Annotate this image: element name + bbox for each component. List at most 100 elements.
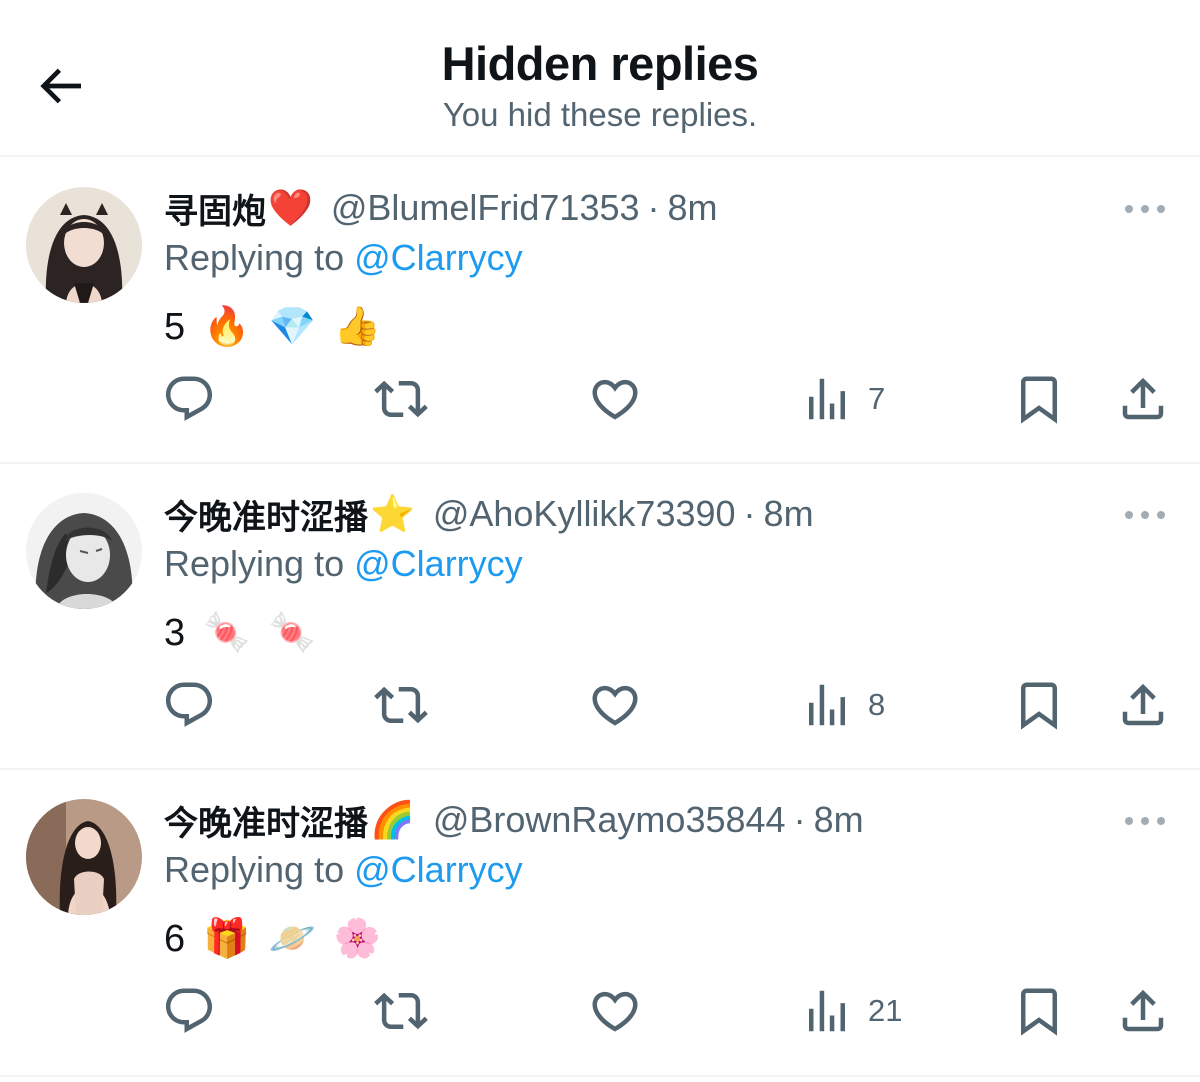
- name-emoji: ⭐: [370, 493, 415, 534]
- retweet-icon: [374, 992, 428, 1030]
- retweet-button[interactable]: [374, 675, 428, 735]
- display-name[interactable]: 寻固炮: [164, 184, 266, 233]
- reply-button[interactable]: [162, 369, 216, 429]
- user-handle[interactable]: @BlumelFrid71353: [331, 187, 640, 229]
- views-chart-icon: [809, 990, 845, 1032]
- reply-body-number: 6: [164, 917, 186, 960]
- bookmark-button[interactable]: [1012, 981, 1066, 1041]
- more-button[interactable]: [1120, 505, 1170, 525]
- replying-to-line: Replying to @Clarrycy: [164, 543, 523, 585]
- reply-user-line: 今晚准时涩播 ⭐ @AhoKyllikk73390 · 8m: [164, 489, 814, 539]
- views-button[interactable]: 7: [800, 369, 885, 429]
- replying-to-mention[interactable]: @Clarrycy: [354, 849, 523, 890]
- name-emoji: 🌈: [370, 799, 415, 840]
- separator-dot: ·: [743, 493, 756, 534]
- retweet-icon: [374, 686, 428, 724]
- reply-body-number: 5: [164, 305, 186, 348]
- views-button[interactable]: 8: [800, 675, 885, 735]
- reply-body-emoji: 🪐: [268, 918, 316, 960]
- reply-body-emoji: 👍: [333, 306, 382, 348]
- replying-to-mention[interactable]: @Clarrycy: [354, 237, 523, 278]
- heart-icon: [592, 991, 638, 1032]
- reply-item[interactable]: 今晚准时涩播 ⭐ @AhoKyllikk73390 · 8m Replying …: [0, 463, 1200, 770]
- reply-body-emoji: 💎: [268, 306, 316, 348]
- replying-to-label: Replying to: [164, 849, 345, 890]
- reply-button[interactable]: [162, 981, 216, 1041]
- reply-body: 5 🔥 💎 👍: [164, 305, 381, 349]
- reply-body-emoji: 🔥: [203, 306, 251, 348]
- retweet-icon: [374, 380, 428, 418]
- separator-dot: ·: [793, 799, 806, 840]
- share-button[interactable]: [1116, 981, 1170, 1041]
- like-button[interactable]: [588, 369, 642, 429]
- reply-item[interactable]: 今晚准时涩播 🌈 @BrownRaymo35844 · 8m Replying …: [0, 769, 1200, 1077]
- reply-item[interactable]: 寻固炮 ❤️ @BlumelFrid71353 · 8m Replying to…: [0, 157, 1200, 464]
- share-button[interactable]: [1116, 369, 1170, 429]
- reply-icon: [165, 376, 213, 421]
- timestamp[interactable]: 8m: [764, 493, 814, 535]
- more-horizontal-icon: [1125, 817, 1165, 825]
- replying-to-line: Replying to @Clarrycy: [164, 237, 523, 279]
- share-icon: [1122, 989, 1164, 1032]
- replying-to-label: Replying to: [164, 237, 345, 278]
- views-button[interactable]: 21: [800, 981, 902, 1041]
- views-count: 7: [868, 381, 886, 416]
- display-name[interactable]: 今晚准时涩播: [164, 796, 368, 845]
- bookmark-button[interactable]: [1012, 369, 1066, 429]
- replying-to-mention[interactable]: @Clarrycy: [354, 543, 523, 584]
- user-handle[interactable]: @AhoKyllikk73390: [433, 493, 736, 535]
- reply-body: 3 🍬 🍬: [164, 611, 316, 655]
- replying-to-label: Replying to: [164, 543, 345, 584]
- like-button[interactable]: [588, 981, 642, 1041]
- bookmark-icon: [1021, 376, 1057, 424]
- reply-body: 6 🎁 🪐 🌸: [164, 917, 381, 961]
- more-horizontal-icon: [1125, 205, 1165, 213]
- bookmark-icon: [1021, 682, 1057, 730]
- timestamp[interactable]: 8m: [814, 799, 864, 841]
- avatar-image: [26, 187, 142, 303]
- views-chart-icon: [809, 378, 845, 420]
- reply-user-line: 今晚准时涩播 🌈 @BrownRaymo35844 · 8m: [164, 795, 864, 845]
- bookmark-button[interactable]: [1012, 675, 1066, 735]
- reply-body-emoji: 🎁: [203, 918, 251, 960]
- more-horizontal-icon: [1125, 511, 1165, 519]
- heart-icon: [592, 379, 638, 420]
- user-handle[interactable]: @BrownRaymo35844: [433, 799, 786, 841]
- avatar-image: [26, 493, 142, 609]
- avatar-image: [26, 799, 142, 915]
- views-count: 8: [868, 687, 886, 722]
- more-button[interactable]: [1120, 811, 1170, 831]
- reply-body-emoji: 🍬: [203, 612, 251, 654]
- action-bar: 8: [0, 675, 1200, 735]
- avatar[interactable]: [26, 187, 142, 303]
- share-icon: [1122, 683, 1164, 726]
- reply-user-line: 寻固炮 ❤️ @BlumelFrid71353 · 8m: [164, 183, 718, 233]
- avatar[interactable]: [26, 799, 142, 915]
- reply-button[interactable]: [162, 675, 216, 735]
- reply-icon: [165, 988, 213, 1033]
- retweet-button[interactable]: [374, 369, 428, 429]
- reply-body-emoji: 🌸: [333, 918, 382, 960]
- views-count: 21: [868, 993, 903, 1028]
- heart-icon: [592, 685, 638, 726]
- more-button[interactable]: [1120, 199, 1170, 219]
- page-title: Hidden replies: [441, 37, 759, 90]
- avatar[interactable]: [26, 493, 142, 609]
- display-name[interactable]: 今晚准时涩播: [164, 490, 368, 539]
- share-icon: [1122, 377, 1164, 420]
- reply-body-emoji: 🍬: [268, 612, 316, 654]
- action-bar: 21: [0, 981, 1200, 1041]
- reply-icon: [165, 682, 213, 727]
- replying-to-line: Replying to @Clarrycy: [164, 849, 523, 891]
- bookmark-icon: [1021, 988, 1057, 1036]
- share-button[interactable]: [1116, 675, 1170, 735]
- timestamp[interactable]: 8m: [668, 187, 718, 229]
- page-subtitle: You hid these replies.: [442, 96, 758, 133]
- like-button[interactable]: [588, 675, 642, 735]
- separator-dot: ·: [647, 187, 660, 228]
- views-chart-icon: [809, 684, 845, 726]
- header: Hidden replies You hid these replies.: [0, 0, 1200, 157]
- action-bar: 7: [0, 369, 1200, 429]
- retweet-button[interactable]: [374, 981, 428, 1041]
- name-emoji: ❤️: [268, 187, 313, 228]
